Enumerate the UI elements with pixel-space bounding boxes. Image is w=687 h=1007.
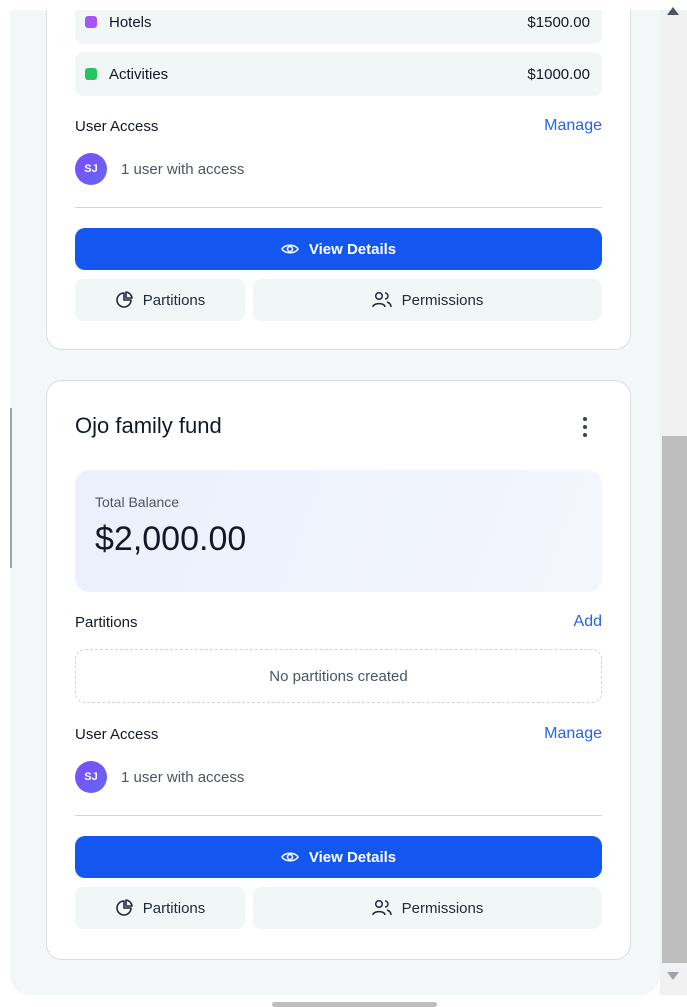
partition-color-dot	[85, 16, 97, 28]
view-details-label: View Details	[308, 240, 397, 258]
left-edge-line	[10, 408, 12, 568]
balance-value: $2,000.00	[95, 520, 247, 558]
balance-panel: Total Balance $2,000.00	[75, 470, 602, 592]
user-access-row: SJ 1 user with access	[75, 153, 244, 185]
partition-item-activities[interactable]: Activities $1000.00	[75, 52, 602, 96]
vertical-scrollbar-thumb[interactable]	[662, 436, 687, 963]
avatar: SJ	[75, 761, 107, 793]
kebab-menu-icon[interactable]	[580, 417, 590, 439]
partitions-button[interactable]: Partitions	[75, 279, 245, 321]
partitions-button-label: Partitions	[142, 899, 206, 917]
divider	[75, 207, 602, 208]
user-access-row: SJ 1 user with access	[75, 761, 244, 793]
scroll-down-arrow-icon[interactable]	[667, 972, 679, 980]
partitions-button-label: Partitions	[142, 291, 206, 309]
users-icon	[371, 291, 392, 308]
pie-chart-icon	[115, 291, 133, 308]
user-access-label: User Access	[75, 118, 159, 135]
partitions-label: Partitions	[75, 614, 138, 631]
user-count-text: 1 user with access	[121, 768, 245, 786]
fund-card-previous: Hotels $1500.00 Activities $1000.00 User…	[46, 10, 631, 350]
eye-icon	[280, 852, 299, 862]
manage-access-link[interactable]: Manage	[544, 725, 602, 743]
add-partition-link[interactable]: Add	[574, 613, 602, 631]
fund-title: Ojo family fund	[75, 413, 222, 438]
empty-partitions-placeholder: No partitions created	[75, 649, 602, 703]
partition-amount: $1000.00	[527, 65, 590, 83]
permissions-button-label: Permissions	[401, 291, 484, 309]
horizontal-scrollbar-thumb[interactable]	[272, 1002, 437, 1007]
users-icon	[371, 899, 392, 916]
view-details-button[interactable]: View Details	[75, 228, 602, 270]
view-details-label: View Details	[308, 848, 397, 866]
scroll-viewport: Hotels $1500.00 Activities $1000.00 User…	[10, 10, 660, 995]
avatar: SJ	[75, 153, 107, 185]
permissions-button[interactable]: Permissions	[253, 887, 602, 929]
fund-card: Ojo family fund Total Balance $2,000.00 …	[46, 380, 631, 960]
partition-color-dot	[85, 68, 97, 80]
view-details-button[interactable]: View Details	[75, 836, 602, 878]
user-access-label: User Access	[75, 726, 159, 743]
user-count-text: 1 user with access	[121, 160, 245, 178]
permissions-button[interactable]: Permissions	[253, 279, 602, 321]
partition-item-hotels[interactable]: Hotels $1500.00	[75, 10, 602, 44]
manage-access-link[interactable]: Manage	[544, 117, 602, 135]
partition-name: Activities	[109, 65, 169, 83]
eye-icon	[280, 244, 299, 254]
pie-chart-icon	[115, 899, 133, 916]
scroll-up-arrow-icon[interactable]	[667, 7, 679, 15]
partitions-button[interactable]: Partitions	[75, 887, 245, 929]
balance-label: Total Balance	[95, 494, 180, 510]
permissions-button-label: Permissions	[401, 899, 484, 917]
divider	[75, 815, 602, 816]
partition-name: Hotels	[109, 13, 152, 31]
partition-amount: $1500.00	[527, 13, 590, 31]
